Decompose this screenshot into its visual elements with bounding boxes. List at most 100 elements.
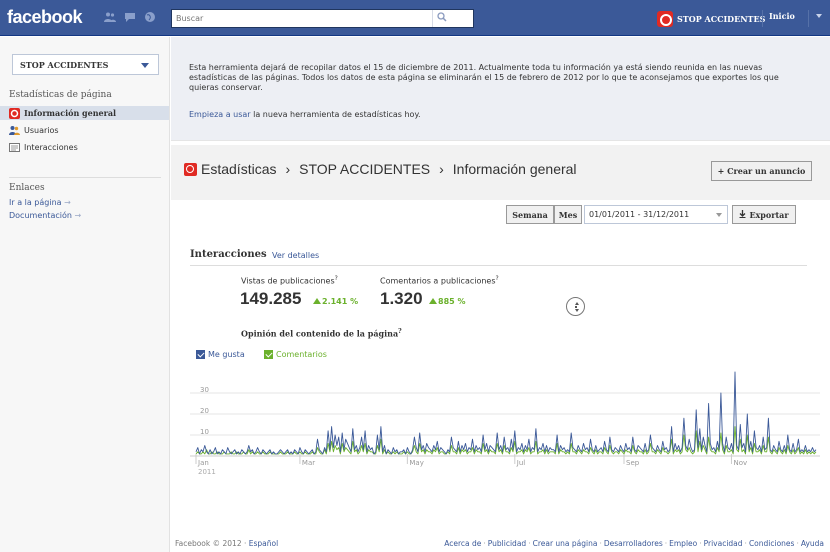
footer-link[interactable]: Privacidad <box>704 539 743 548</box>
notice-text: Esta herramienta dejará de recopilar dat… <box>189 63 779 92</box>
footer-links: Acerca de · Publicidad · Crear una página · De… <box>444 539 824 548</box>
page-selector-value: STOP ACCIDENTES <box>20 60 109 70</box>
interactions-title: Interacciones <box>190 249 267 260</box>
home-link[interactable]: Inicio <box>769 11 795 21</box>
help-mark[interactable]: ? <box>496 275 499 282</box>
footer-link[interactable]: Ayuda <box>801 539 824 548</box>
arrow-right-icon: → <box>64 198 71 207</box>
footer-separator: · <box>796 539 799 548</box>
date-range-select[interactable]: 01/01/2011 - 31/12/2011 <box>584 205 728 224</box>
scroll-control-icon[interactable] <box>566 297 585 316</box>
metric-label: Vistas de publicaciones? <box>241 275 338 286</box>
help-mark[interactable]: ? <box>335 275 338 282</box>
footer-separator: · <box>664 539 668 548</box>
help-mark[interactable]: ? <box>398 328 402 335</box>
interactions-icon <box>9 142 20 153</box>
up-arrow-icon <box>429 298 437 304</box>
footer-separator: · <box>699 539 702 548</box>
chevron-down-icon <box>141 63 149 68</box>
top-bar: facebook STOP ACCIDENTES Inicio <box>0 0 830 36</box>
friend-requests-icon[interactable] <box>104 11 116 23</box>
x-tick-label: Sep <box>626 459 640 467</box>
users-icon <box>9 125 20 136</box>
footer-link[interactable]: Crear una página <box>533 539 598 548</box>
checkbox-icon[interactable] <box>196 350 205 359</box>
breadcrumb-page[interactable]: STOP ACCIDENTES <box>299 161 430 177</box>
legend-item-likes[interactable]: Me gusta <box>196 350 245 359</box>
footer-separator: · <box>744 539 747 548</box>
start-new-insights-link[interactable]: Empieza a usar <box>189 110 251 119</box>
footer-separator: · <box>599 539 602 548</box>
topbar-divider <box>762 10 763 27</box>
y-tick-label: 10 <box>200 428 209 436</box>
create-ad-button[interactable]: + Crear un anuncio <box>711 161 812 181</box>
search-box <box>171 9 474 28</box>
checkbox-icon[interactable] <box>264 350 273 359</box>
opinion-line-chart: 10 20 30 Jan Mar May Jul Sep Nov 2011 <box>190 371 820 476</box>
legend-label: Comentarios <box>276 350 327 359</box>
breadcrumb-separator: › <box>285 161 291 177</box>
section-divider <box>190 265 807 266</box>
sidebar-link-documentation[interactable]: Documentación → <box>9 211 81 220</box>
arrow-right-icon: → <box>74 211 82 220</box>
sidebar-link-go-to-page[interactable]: Ir a la página → <box>9 198 71 207</box>
account-menu-caret-icon[interactable] <box>816 14 822 18</box>
week-button[interactable]: Semana <box>506 205 554 224</box>
sidebar-item-users[interactable]: Usuarios <box>9 123 59 137</box>
sidebar-item-overview[interactable]: Información general <box>9 106 116 120</box>
footer-link[interactable]: Desarrolladores <box>604 539 663 548</box>
y-tick-label: 30 <box>200 386 209 394</box>
x-tick-label: Nov <box>733 459 747 467</box>
footer-copyright: Facebook © 2012 · Español <box>175 539 279 548</box>
breadcrumb-current: Información general <box>452 161 577 177</box>
chevron-down-icon <box>716 213 722 217</box>
search-icon[interactable] <box>437 12 447 25</box>
x-year-label: 2011 <box>198 468 216 476</box>
breadcrumb: Estadísticas › STOP ACCIDENTES › Informa… <box>184 161 577 177</box>
stats-section-title: Estadísticas de página <box>9 90 112 100</box>
facebook-logo[interactable]: facebook <box>7 7 83 28</box>
legend-item-comments[interactable]: Comentarios <box>264 350 327 359</box>
series-line-likes <box>195 371 817 455</box>
footer-link[interactable]: Publicidad <box>488 539 526 548</box>
sidebar-item-label: Interacciones <box>24 142 78 152</box>
messages-icon[interactable] <box>124 11 136 23</box>
opinion-title: Opinión del contenido de la página? <box>241 328 402 339</box>
metric-value: 149.285 <box>240 289 302 308</box>
breadcrumb-root[interactable]: Estadísticas <box>201 161 276 177</box>
metric-change: 885 % <box>429 297 466 306</box>
footer-link[interactable]: Condiciones <box>749 539 795 548</box>
sidebar-item-label: Información general <box>24 108 117 118</box>
footer-separator: · <box>528 539 531 548</box>
month-button[interactable]: Mes <box>554 205 582 224</box>
metric-label: Comentarios a publicaciones? <box>380 275 499 286</box>
page-profile-name: STOP ACCIDENTES <box>677 13 766 24</box>
links-section-title: Enlaces <box>9 183 45 193</box>
left-sidebar: STOP ACCIDENTES Estadísticas de página I… <box>0 37 170 552</box>
view-details-link[interactable]: Ver detalles <box>272 251 319 260</box>
search-input[interactable] <box>172 10 442 27</box>
footer-link[interactable]: Empleo <box>669 539 697 548</box>
y-tick-label: 20 <box>200 407 209 415</box>
footer-link[interactable]: Acerca de <box>444 539 481 548</box>
date-range-value: 01/01/2011 - 31/12/2011 <box>589 210 690 219</box>
up-arrow-icon <box>313 298 321 304</box>
legend-label: Me gusta <box>208 350 245 359</box>
page-profile-link[interactable]: STOP ACCIDENTES <box>657 9 765 28</box>
breadcrumb-separator: › <box>439 161 444 177</box>
sidebar-item-label: Usuarios <box>24 125 59 135</box>
notifications-globe-icon[interactable] <box>144 11 156 23</box>
sidebar-item-interactions[interactable]: Interacciones <box>9 140 78 154</box>
export-button[interactable]: Exportar <box>732 205 796 224</box>
deprecation-notice: Esta herramienta dejará de recopilar dat… <box>171 37 830 141</box>
footer-separator: · <box>483 539 486 548</box>
x-tick-label: Jan <box>197 459 209 467</box>
language-link[interactable]: Español <box>249 539 278 548</box>
export-label: Exportar <box>749 209 789 220</box>
download-arrow-icon <box>739 209 746 220</box>
page-logo-icon <box>9 107 20 119</box>
page-selector-dropdown[interactable]: STOP ACCIDENTES <box>12 54 159 75</box>
page-logo-icon <box>184 162 197 176</box>
notice-cta: Empieza a usar la nueva herramienta de e… <box>189 110 421 119</box>
x-tick-label: Mar <box>302 459 315 467</box>
